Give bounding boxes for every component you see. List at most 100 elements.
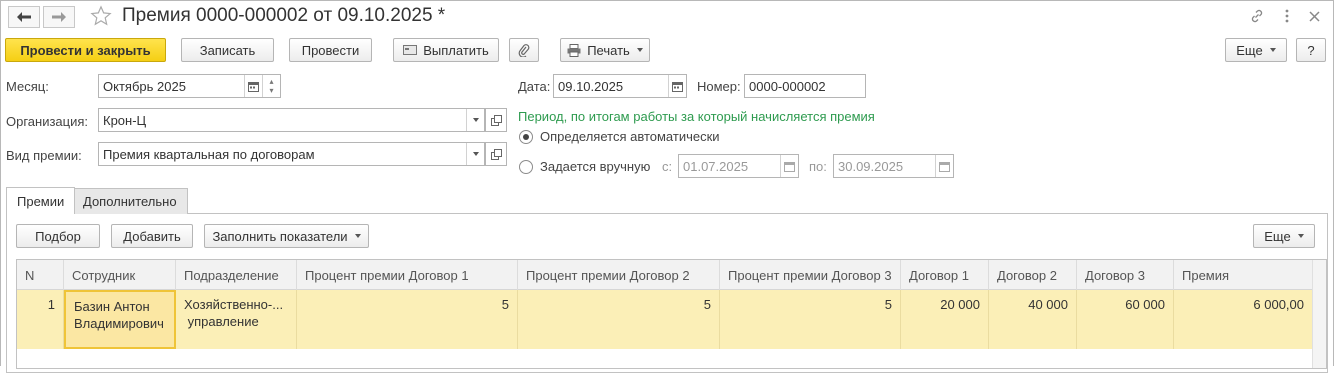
organization-value: Крон-Ц xyxy=(103,112,147,128)
period-auto-label: Определяется автоматически xyxy=(540,129,720,144)
chevron-down-icon[interactable] xyxy=(466,143,484,165)
table-header: N Сотрудник Подразделение Процент премии… xyxy=(17,260,1326,290)
arrow-left-icon xyxy=(17,10,31,25)
employee-name-line2: Владимирович xyxy=(74,316,164,331)
number-label: Номер: xyxy=(697,79,741,94)
arrow-right-icon xyxy=(52,10,66,25)
col-header-contract2[interactable]: Договор 2 xyxy=(989,260,1077,290)
tab-bonuses[interactable]: Премии xyxy=(6,187,76,214)
table-more-label: Еще xyxy=(1264,228,1291,244)
month-stepper[interactable]: ▴ ▾ xyxy=(262,75,280,97)
period-from-value: 01.07.2025 xyxy=(683,158,749,174)
cell-employee[interactable]: Базин Антон Владимирович xyxy=(64,290,176,349)
add-button[interactable]: Добавить xyxy=(111,224,193,248)
period-to-field[interactable]: 30.09.2025 xyxy=(833,154,954,178)
cell-pct3[interactable]: 5 xyxy=(720,290,901,349)
open-form-icon xyxy=(490,114,502,126)
bonus-type-open-button[interactable] xyxy=(485,142,507,166)
number-value: 0000-000002 xyxy=(749,78,826,94)
col-header-pct3[interactable]: Процент премии Договор 3 xyxy=(720,260,901,290)
post-and-close-button[interactable]: Провести и закрыть xyxy=(5,38,166,62)
month-label: Месяц: xyxy=(6,79,49,94)
col-header-pct2[interactable]: Процент премии Договор 2 xyxy=(518,260,720,290)
pay-label: Выплатить xyxy=(423,42,489,58)
printer-icon xyxy=(567,43,581,57)
link-icon[interactable] xyxy=(1248,7,1266,25)
date-value: 09.10.2025 xyxy=(558,78,624,94)
cell-contract3[interactable]: 60 000 xyxy=(1077,290,1174,349)
tab-additional[interactable]: Дополнительно xyxy=(72,188,188,214)
col-header-contract1[interactable]: Договор 1 xyxy=(901,260,989,290)
chevron-down-icon xyxy=(636,48,643,52)
cell-contract1[interactable]: 20 000 xyxy=(901,290,989,349)
period-from-label: с: xyxy=(662,159,673,174)
cell-bonus[interactable]: 6 000,00 xyxy=(1174,290,1313,349)
period-auto-radio[interactable] xyxy=(519,130,533,144)
cell-pct2[interactable]: 5 xyxy=(518,290,720,349)
attach-button[interactable] xyxy=(509,38,539,62)
paperclip-icon xyxy=(518,43,530,57)
more-label: Еще xyxy=(1236,42,1263,58)
period-caption: Период, по итогам работы за который начи… xyxy=(518,109,875,124)
bonuses-table: N Сотрудник Подразделение Процент премии… xyxy=(16,259,1327,369)
period-manual-label: Задается вручную xyxy=(540,159,651,174)
organization-label: Организация: xyxy=(6,114,89,129)
period-to-value: 30.09.2025 xyxy=(838,158,904,174)
cell-contract2[interactable]: 40 000 xyxy=(989,290,1077,349)
col-header-bonus[interactable]: Премия xyxy=(1174,260,1313,290)
calendar-icon[interactable] xyxy=(780,155,798,177)
employee-name-line1: Базин Антон xyxy=(74,299,150,314)
col-header-department[interactable]: Подразделение xyxy=(176,260,297,290)
calendar-icon[interactable] xyxy=(244,75,262,97)
help-button[interactable]: ? xyxy=(1296,38,1326,62)
department-line1: Хозяйственно-... xyxy=(184,297,284,312)
bonus-type-value: Премия квартальная по договорам xyxy=(103,146,315,162)
pay-icon xyxy=(403,44,418,56)
fill-indicators-button[interactable]: Заполнить показатели xyxy=(204,224,369,248)
number-field[interactable]: 0000-000002 xyxy=(744,74,866,98)
calendar-icon[interactable] xyxy=(668,75,686,97)
col-header-contract3[interactable]: Договор 3 xyxy=(1077,260,1174,290)
back-button[interactable] xyxy=(8,6,40,28)
bonus-type-field[interactable]: Премия квартальная по договорам xyxy=(98,142,485,166)
col-header-employee[interactable]: Сотрудник xyxy=(64,260,176,290)
date-label: Дата: xyxy=(518,79,551,94)
print-label: Печать xyxy=(587,42,630,58)
period-manual-radio[interactable] xyxy=(519,160,533,174)
cell-department[interactable]: Хозяйственно-... управление xyxy=(176,290,297,349)
month-value: Октябрь 2025 xyxy=(103,78,186,94)
page-title: Премия 0000-000002 от 09.10.2025 * xyxy=(122,5,446,26)
chevron-down-icon xyxy=(1269,48,1276,52)
vertical-dots-icon[interactable] xyxy=(1278,7,1296,25)
chevron-down-icon[interactable] xyxy=(466,109,484,131)
calendar-icon[interactable] xyxy=(935,155,953,177)
bonus-type-label: Вид премии: xyxy=(6,148,82,163)
fill-indicators-label: Заполнить показатели xyxy=(212,228,348,244)
period-from-field[interactable]: 01.07.2025 xyxy=(678,154,799,178)
print-button[interactable]: Печать xyxy=(560,38,650,62)
date-field[interactable]: 09.10.2025 xyxy=(553,74,687,98)
post-button[interactable]: Провести xyxy=(289,38,372,62)
close-icon[interactable] xyxy=(1305,7,1323,25)
department-line2: управление xyxy=(184,314,259,329)
save-button[interactable]: Записать xyxy=(181,38,274,62)
chevron-down-icon xyxy=(354,234,361,238)
table-scrollbar[interactable] xyxy=(1312,260,1326,368)
forward-button[interactable] xyxy=(43,6,75,28)
period-to-label: по: xyxy=(809,159,827,174)
organization-field[interactable]: Крон-Ц xyxy=(98,108,485,132)
table-row[interactable]: 1 Базин Антон Владимирович Хозяйственно-… xyxy=(17,290,1313,349)
col-header-n[interactable]: N xyxy=(17,260,64,290)
month-field[interactable]: Октябрь 2025 ▴ ▾ xyxy=(98,74,281,98)
cell-pct1[interactable]: 5 xyxy=(297,290,518,349)
pay-button[interactable]: Выплатить xyxy=(393,38,499,62)
col-header-pct1[interactable]: Процент премии Договор 1 xyxy=(297,260,518,290)
chevron-down-icon xyxy=(1297,234,1304,238)
table-more-button[interactable]: Еще xyxy=(1253,224,1315,248)
open-form-icon xyxy=(490,148,502,160)
more-button[interactable]: Еще xyxy=(1225,38,1287,62)
star-icon[interactable] xyxy=(90,5,112,30)
organization-open-button[interactable] xyxy=(485,108,507,132)
pick-button[interactable]: Подбор xyxy=(16,224,100,248)
cell-n[interactable]: 1 xyxy=(17,290,64,349)
